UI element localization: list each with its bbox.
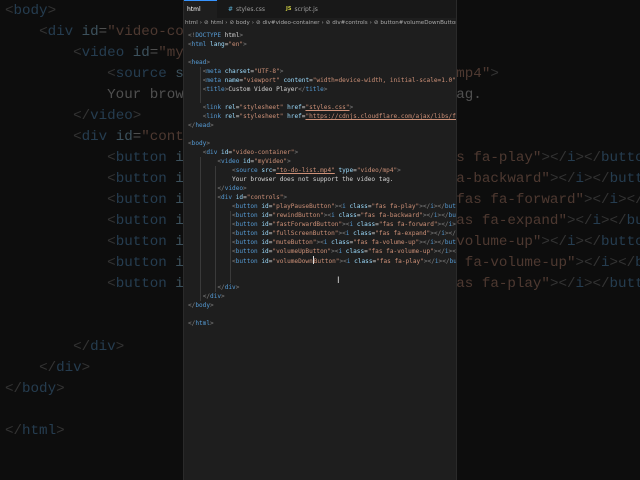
code-editor: html # styles.css JS script.js html › ⊘ ht… <box>183 0 457 480</box>
css-file-icon: # <box>228 5 234 13</box>
code-line[interactable]: <source src="to-do-list.mp4" type="video… <box>188 166 456 175</box>
breadcrumb-separator-icon: › <box>321 20 324 26</box>
breadcrumb-item[interactable]: ⊘ div#controls <box>326 20 368 26</box>
code-line[interactable]: <button id="muteButton"><i class="fas fa… <box>188 238 456 247</box>
code-line[interactable]: <head> <box>188 58 456 67</box>
code-line[interactable]: <link rel="stylesheet" href="https://cdn… <box>188 112 456 121</box>
code-area[interactable]: <!DOCTYPE html> <html lang="en"> <head> <m… <box>188 31 456 328</box>
code-line[interactable]: <button id="rewindButton"><i class="fas … <box>188 211 456 220</box>
code-line[interactable]: <video id="myVideo"> <box>188 157 456 166</box>
code-line[interactable]: <button id="fullScreenButton"><i class="… <box>188 229 456 238</box>
breadcrumb-item[interactable]: ⊘ button#volumeDownButton <box>374 20 456 26</box>
code-line[interactable] <box>188 310 456 319</box>
breadcrumb-item[interactable]: html <box>185 20 198 26</box>
code-line[interactable]: <meta name="viewport" content="width=dev… <box>188 76 456 85</box>
tab-script-js[interactable]: JS script.js <box>283 0 326 18</box>
code-line[interactable]: <!DOCTYPE html> <box>188 31 456 40</box>
text-cursor-ibeam-icon: I <box>337 276 340 286</box>
breadcrumb-item[interactable]: ⊘ div#video-container <box>256 20 319 26</box>
code-line[interactable]: </head> <box>188 121 456 130</box>
code-line[interactable] <box>188 130 456 139</box>
code-line[interactable]: <div id="controls"> <box>188 193 456 202</box>
code-line[interactable]: Your browser does not support the video … <box>188 175 456 184</box>
breadcrumb-separator-icon: › <box>369 20 372 26</box>
code-line[interactable]: <title>Custom Video Player</title> <box>188 85 456 94</box>
breadcrumb-separator-icon: › <box>251 20 255 26</box>
breadcrumb-item[interactable]: ⊘ html <box>204 20 223 26</box>
breadcrumb-item[interactable]: ⊘ body <box>229 20 249 26</box>
code-line[interactable]: <body> <box>188 139 456 148</box>
breadcrumb-separator-icon: › <box>199 20 202 26</box>
code-line[interactable]: <button id="playPauseButton"><i class="f… <box>188 202 456 211</box>
code-line[interactable]: </div> <box>188 292 456 301</box>
code-line[interactable]: </body> <box>188 301 456 310</box>
tab-styles-css[interactable]: # styles.css <box>225 0 273 18</box>
code-line[interactable] <box>188 49 456 58</box>
code-line[interactable]: <button id="volumeDownButton"><i class="… <box>188 256 456 265</box>
tab-label: styles.css <box>236 5 266 13</box>
code-line[interactable] <box>188 274 456 283</box>
code-line[interactable]: <html lang="en"> <box>188 40 456 49</box>
code-line[interactable]: </div> <box>188 283 456 292</box>
code-line[interactable]: <div id="video-container"> <box>188 148 456 157</box>
code-line[interactable]: </video> <box>188 184 456 193</box>
code-line[interactable] <box>188 265 456 274</box>
code-line[interactable]: <link rel="stylesheet" href="styles.css"… <box>188 103 456 112</box>
code-line[interactable]: </html> <box>188 319 456 328</box>
tab-html[interactable]: html <box>184 0 217 18</box>
js-file-icon: JS <box>286 6 292 12</box>
tab-label: html <box>187 6 201 13</box>
code-line[interactable]: <button id="volumeUpButton"><i class="fa… <box>188 247 456 256</box>
breadcrumb: html › ⊘ html › ⊘ body › ⊘ div#video-container… <box>184 18 456 28</box>
code-line[interactable] <box>188 94 456 103</box>
tab-bar: html # styles.css JS script.js <box>184 0 456 18</box>
tab-label: script.js <box>294 5 318 13</box>
breadcrumb-separator-icon: › <box>225 20 228 26</box>
code-line[interactable]: <button id="fastForwardButton"><i class=… <box>188 220 456 229</box>
code-line[interactable]: <meta charset="UTF-8"> <box>188 67 456 76</box>
